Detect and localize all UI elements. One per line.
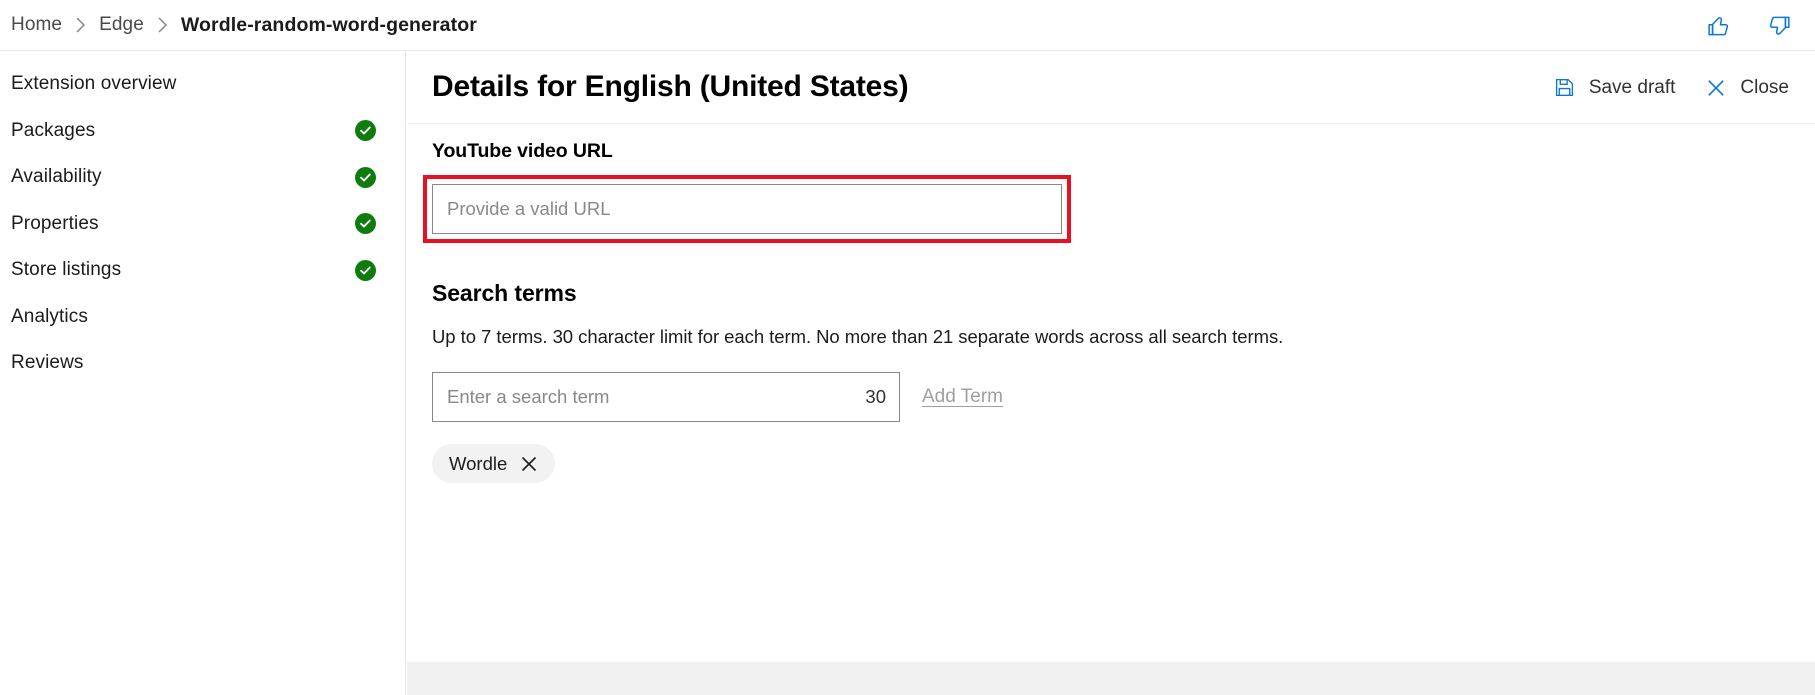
sidebar-item-label: Analytics (11, 306, 88, 328)
footer-bar (407, 662, 1815, 695)
chip-label: Wordle (449, 453, 507, 475)
spacer (432, 234, 1815, 280)
thumbs-up-icon[interactable] (1703, 11, 1733, 41)
store-listing-details-page: Home Edge Wordle-random-word-generator (0, 0, 1815, 695)
sidebar-item-availability[interactable]: Availability (0, 154, 405, 201)
youtube-url-label: YouTube video URL (432, 140, 1815, 163)
sidebar-item-properties[interactable]: Properties (0, 201, 405, 248)
panel-header: Details for English (United States) Save… (407, 51, 1815, 124)
breadcrumb: Home Edge Wordle-random-word-generator (0, 14, 477, 37)
panel-actions: Save draft Close (1552, 51, 1791, 124)
youtube-url-input[interactable] (432, 184, 1062, 234)
sidebar-item-packages[interactable]: Packages (0, 108, 405, 155)
details-panel: Details for English (United States) Save… (407, 51, 1815, 695)
feedback-controls (1703, 0, 1795, 51)
sidebar-item-label: Store listings (11, 259, 121, 281)
youtube-url-field-wrapper (432, 184, 1062, 234)
check-circle-icon (355, 120, 376, 141)
search-terms-title: Search terms (432, 280, 1815, 307)
close-label: Close (1740, 77, 1789, 99)
search-term-input[interactable] (432, 372, 900, 422)
search-term-chip[interactable]: Wordle (432, 444, 555, 483)
save-draft-label: Save draft (1589, 77, 1676, 99)
sidebar-nav: Extension overview Packages Availability… (0, 51, 406, 695)
thumbs-down-icon[interactable] (1765, 11, 1795, 41)
search-term-chip-list: Wordle (432, 444, 1815, 483)
sidebar-item-store-listings[interactable]: Store listings (0, 247, 405, 294)
add-term-button[interactable]: Add Term (922, 386, 1003, 408)
check-circle-icon (355, 260, 376, 281)
sidebar-item-label: Availability (11, 166, 102, 188)
search-term-field-wrapper: 30 (432, 372, 900, 422)
breadcrumb-item-current: Wordle-random-word-generator (181, 14, 477, 37)
sidebar-item-label: Reviews (11, 352, 84, 374)
check-circle-icon (355, 213, 376, 234)
close-x-icon[interactable] (520, 455, 538, 473)
sidebar-item-extension-overview[interactable]: Extension overview (0, 61, 405, 108)
search-terms-description: Up to 7 terms. 30 character limit for ea… (432, 326, 1815, 348)
sidebar-item-reviews[interactable]: Reviews (0, 340, 405, 387)
breadcrumb-bar: Home Edge Wordle-random-word-generator (0, 0, 1815, 51)
sidebar-item-analytics[interactable]: Analytics (0, 294, 405, 341)
sidebar-item-label: Properties (11, 213, 99, 235)
page-title: Details for English (United States) (407, 70, 908, 104)
breadcrumb-item-edge[interactable]: Edge (99, 14, 144, 36)
close-x-icon (1705, 77, 1727, 99)
sidebar-item-label: Packages (11, 120, 95, 142)
check-circle-icon (355, 167, 376, 188)
sidebar-item-label: Extension overview (11, 73, 177, 95)
panel-body: YouTube video URL Search terms Up to 7 t… (407, 124, 1815, 483)
chevron-right-icon (157, 17, 168, 33)
chevron-right-icon (75, 17, 86, 33)
search-term-entry-row: 30 Add Term (432, 372, 1815, 422)
close-button[interactable]: Close (1703, 73, 1791, 103)
save-draft-button[interactable]: Save draft (1552, 73, 1678, 103)
breadcrumb-item-home[interactable]: Home (11, 14, 62, 36)
save-disk-icon (1554, 77, 1576, 99)
